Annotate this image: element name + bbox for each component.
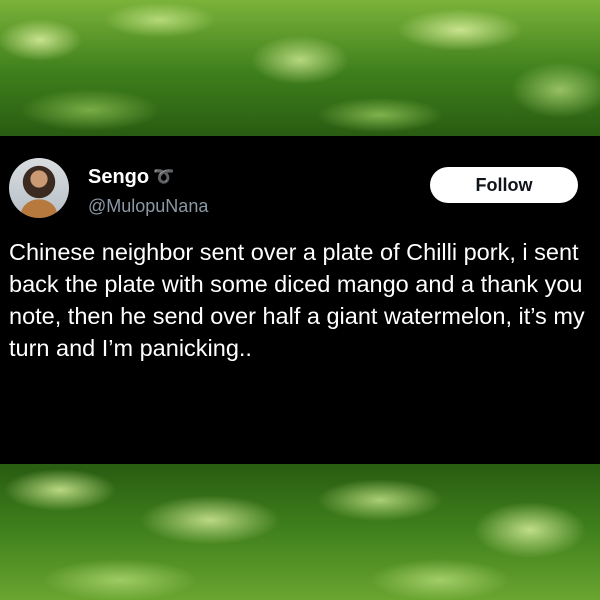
loop-emoji-icon: ➰ — [153, 167, 175, 186]
user-handle[interactable]: @MulopuNana — [88, 196, 208, 217]
tweet-card: Sengo ➰ @MulopuNana Follow Chinese neigh… — [0, 136, 600, 464]
display-name[interactable]: Sengo — [88, 166, 149, 189]
author-name-row[interactable]: Sengo ➰ — [88, 164, 174, 190]
tweet-text: Chinese neighbor sent over a plate of Ch… — [9, 239, 585, 361]
avatar[interactable] — [9, 158, 69, 218]
follow-button[interactable]: Follow — [430, 167, 578, 203]
